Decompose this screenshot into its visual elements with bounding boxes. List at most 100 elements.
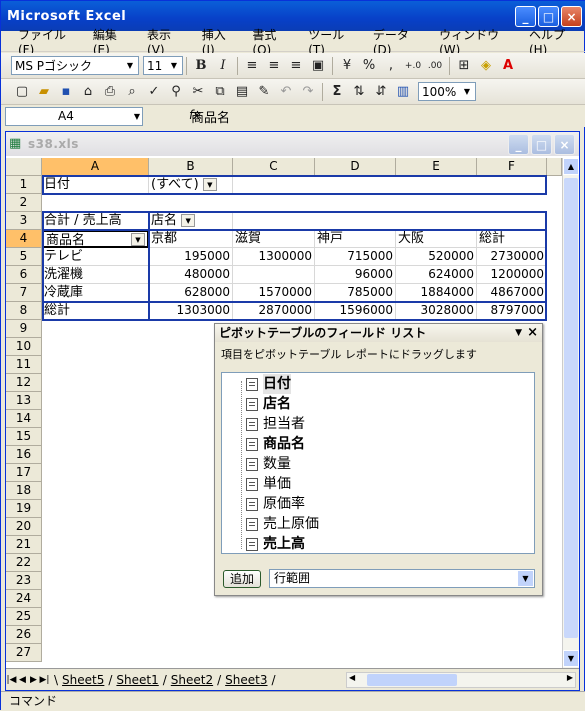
horizontal-scrollbar[interactable]: ◀ ▶ xyxy=(346,672,576,688)
column-header-extra[interactable] xyxy=(547,158,562,176)
fill-color-icon[interactable]: ◈ xyxy=(475,55,497,77)
filter-dropdown-icon[interactable]: ▼ xyxy=(202,178,217,191)
cell-a6[interactable]: 洗濯機 xyxy=(42,266,149,284)
merge-center-icon[interactable]: ▣ xyxy=(307,55,329,77)
tab-sheet2[interactable]: Sheet2 xyxy=(167,673,217,687)
cell-e5[interactable]: 520000 xyxy=(396,248,477,266)
row-header[interactable]: 20 xyxy=(6,518,42,536)
row-header[interactable]: 25 xyxy=(6,608,42,626)
cell-f7[interactable]: 4867000 xyxy=(477,284,547,302)
row-header[interactable]: 7 xyxy=(6,284,42,302)
row-header[interactable]: 14 xyxy=(6,410,42,428)
field-item-unit-price[interactable]: 単価 xyxy=(246,474,291,494)
name-box[interactable]: A4 ▼ xyxy=(5,106,143,126)
last-sheet-icon[interactable]: ▶| xyxy=(39,675,50,685)
row-header[interactable]: 1 xyxy=(6,176,42,194)
percent-button[interactable]: % xyxy=(358,55,380,77)
field-item-product[interactable]: 商品名 xyxy=(246,434,305,454)
next-sheet-icon[interactable]: ▶ xyxy=(28,675,39,685)
tab-sheet1[interactable]: Sheet1 xyxy=(112,673,162,687)
sort-ascending-icon[interactable]: ⇅ xyxy=(348,81,370,103)
cell-a1[interactable]: 日付 xyxy=(42,176,149,194)
minimize-button[interactable]: _ xyxy=(515,6,536,27)
row-header[interactable]: 12 xyxy=(6,374,42,392)
tab-sheet5[interactable]: Sheet5 xyxy=(58,673,108,687)
font-color-icon[interactable]: A xyxy=(497,55,519,77)
cell-e7[interactable]: 1884000 xyxy=(396,284,477,302)
field-item-date[interactable]: 日付 xyxy=(246,374,291,394)
row-header[interactable]: 26 xyxy=(6,626,42,644)
borders-icon[interactable]: ⊞ xyxy=(453,55,475,77)
font-size-select[interactable]: 11 ▼ xyxy=(143,56,183,75)
undo-icon[interactable]: ↶ xyxy=(275,81,297,103)
row-header[interactable]: 27 xyxy=(6,644,42,662)
column-header-d[interactable]: D xyxy=(315,158,396,176)
paste-icon[interactable]: ▤ xyxy=(231,81,253,103)
cell-b6[interactable]: 480000 xyxy=(149,266,233,284)
cell-e8[interactable]: 3028000 xyxy=(396,302,477,320)
cell-b8[interactable]: 1303000 xyxy=(149,302,233,320)
prev-sheet-icon[interactable]: ◀ xyxy=(17,675,28,685)
align-right-icon[interactable]: ≡ xyxy=(285,55,307,77)
chart-wizard-icon[interactable]: ▥ xyxy=(392,81,414,103)
vertical-scrollbar[interactable]: ▲ ▼ xyxy=(562,158,579,668)
scroll-up-icon[interactable]: ▲ xyxy=(563,158,579,175)
row-header[interactable]: 9 xyxy=(6,320,42,338)
maximize-button[interactable]: □ xyxy=(538,6,559,27)
cell-b3[interactable]: 店名 ▼ xyxy=(149,212,233,230)
row-header[interactable]: 23 xyxy=(6,572,42,590)
copy-icon[interactable]: ⧉ xyxy=(209,81,231,103)
menu-view[interactable]: 表示(V) xyxy=(138,26,193,57)
tab-sheet3[interactable]: Sheet3 xyxy=(221,673,271,687)
row-header[interactable]: 5 xyxy=(6,248,42,266)
cell-b4[interactable]: 京都 xyxy=(149,230,233,248)
cell-a4[interactable]: 商品名 ▼ xyxy=(42,230,149,248)
panel-close-icon[interactable]: × xyxy=(527,324,538,342)
menu-window[interactable]: ウィンドウ(W) xyxy=(430,26,520,57)
new-file-icon[interactable]: ▢ xyxy=(11,81,33,103)
row-header[interactable]: 16 xyxy=(6,446,42,464)
italic-button[interactable]: I xyxy=(212,55,234,77)
row-header[interactable]: 15 xyxy=(6,428,42,446)
zoom-select[interactable]: 100% ▼ xyxy=(418,82,476,101)
row-header[interactable]: 6 xyxy=(6,266,42,284)
increase-decimal-icon[interactable]: +.0 xyxy=(402,55,424,77)
column-header-c[interactable]: C xyxy=(233,158,315,176)
scroll-thumb[interactable] xyxy=(564,178,578,638)
scroll-down-icon[interactable]: ▼ xyxy=(563,650,579,667)
field-item-sales[interactable]: 売上高 xyxy=(246,534,305,554)
cell-c5[interactable]: 1300000 xyxy=(233,248,315,266)
pivot-panel-title[interactable]: ピボットテーブルのフィールド リスト ▼ × xyxy=(215,324,542,342)
cell-d4[interactable]: 神戸 xyxy=(315,230,396,248)
row-header[interactable]: 18 xyxy=(6,482,42,500)
field-item-staff[interactable]: 担当者 xyxy=(246,414,305,434)
row-header[interactable]: 4 xyxy=(6,230,42,248)
column-header-e[interactable]: E xyxy=(396,158,477,176)
align-left-icon[interactable]: ≡ xyxy=(241,55,263,77)
menu-edit[interactable]: 編集(E) xyxy=(84,26,138,57)
cell-f4[interactable]: 総計 xyxy=(477,230,547,248)
cell-e4[interactable]: 大阪 xyxy=(396,230,477,248)
menu-data[interactable]: データ(D) xyxy=(364,26,430,57)
scroll-left-icon[interactable]: ◀ xyxy=(349,673,355,682)
format-painter-icon[interactable]: ✎ xyxy=(253,81,275,103)
bold-button[interactable]: B xyxy=(190,55,212,77)
cell-c4[interactable]: 滋賀 xyxy=(233,230,315,248)
sort-descending-icon[interactable]: ⇵ xyxy=(370,81,392,103)
row-header[interactable]: 22 xyxy=(6,554,42,572)
cell-e6[interactable]: 624000 xyxy=(396,266,477,284)
scroll-right-icon[interactable]: ▶ xyxy=(567,673,573,682)
cell-b1[interactable]: (すべて) ▼ xyxy=(149,176,233,194)
menu-help[interactable]: ヘルプ(H) xyxy=(520,26,585,57)
column-header-b[interactable]: B xyxy=(149,158,233,176)
panel-menu-icon[interactable]: ▼ xyxy=(515,324,522,342)
cell-c8[interactable]: 2870000 xyxy=(233,302,315,320)
field-item-quantity[interactable]: 数量 xyxy=(246,454,291,474)
row-header[interactable]: 19 xyxy=(6,500,42,518)
cell-a3[interactable]: 合計 / 売上高 xyxy=(42,212,149,230)
cell-b5[interactable]: 195000 xyxy=(149,248,233,266)
cell-d8[interactable]: 1596000 xyxy=(315,302,396,320)
open-folder-icon[interactable]: ▰ xyxy=(33,81,55,103)
align-center-icon[interactable]: ≡ xyxy=(263,55,285,77)
cell-a5[interactable]: テレビ xyxy=(42,248,149,266)
